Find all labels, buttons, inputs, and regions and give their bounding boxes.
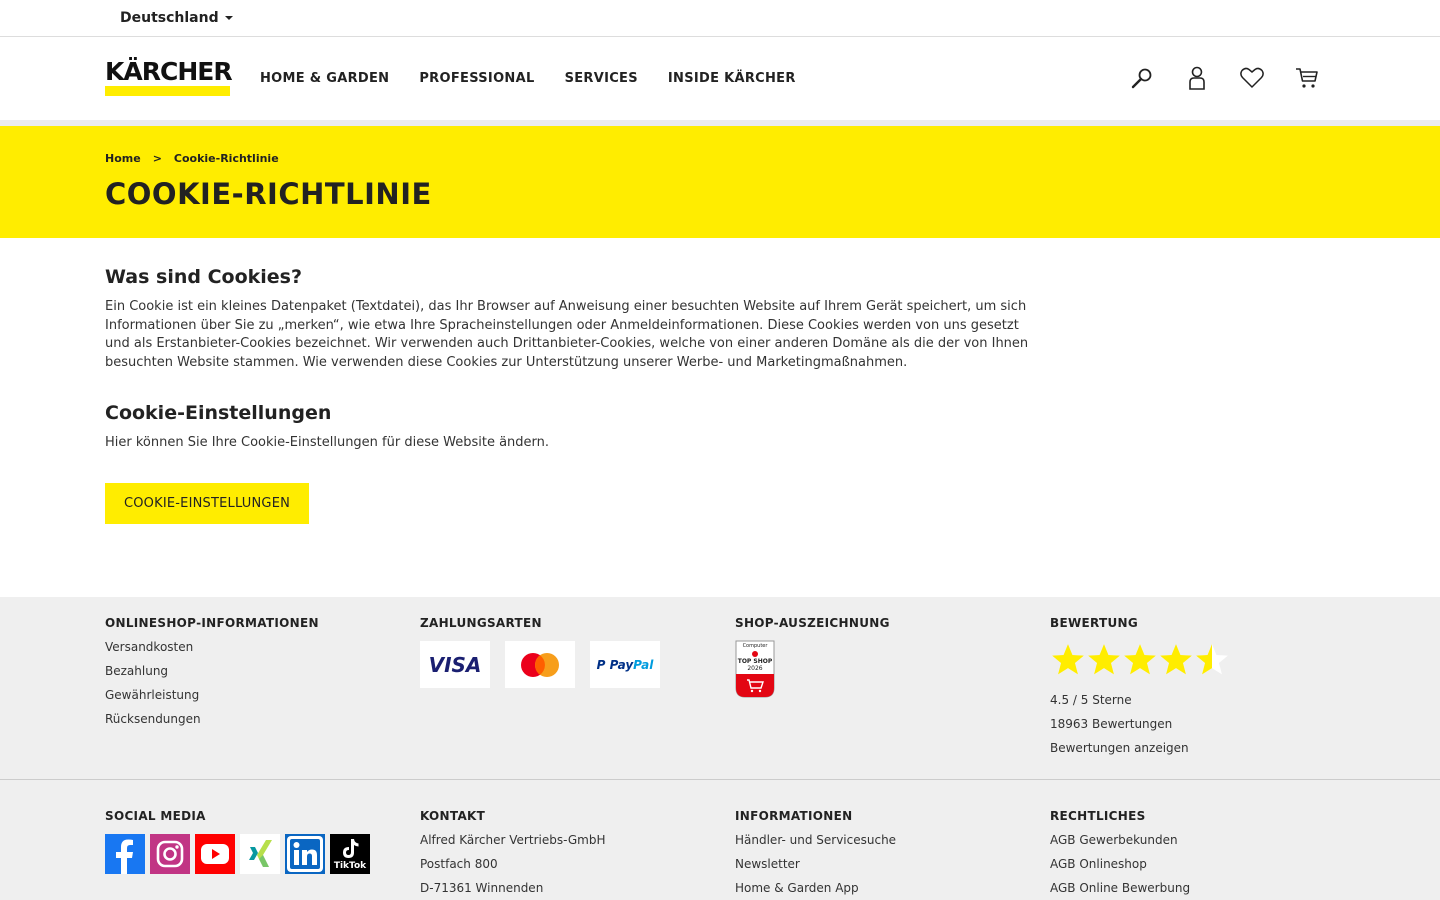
footer-heading-payment: ZAHLUNGSARTEN xyxy=(420,616,542,630)
footer-link-agb-shop[interactable]: AGB Onlineshop xyxy=(1050,857,1365,871)
karcher-logo[interactable]: KÄRCHER xyxy=(105,57,233,96)
star-icon xyxy=(1160,644,1192,675)
footer-heading-contact: KONTAKT xyxy=(420,809,486,823)
footer-shopinfo: ONLINESHOP-INFORMATIONEN Versandkosten B… xyxy=(105,616,420,779)
caret-down-icon xyxy=(224,16,233,20)
footer-link-agb-business[interactable]: AGB Gewerbekunden xyxy=(1050,833,1365,847)
rating-score: 4.5 / 5 Sterne xyxy=(1050,693,1132,707)
linkedin-icon[interactable] xyxy=(285,834,325,874)
star-icon xyxy=(1124,644,1156,675)
rating-link[interactable]: Bewertungen anzeigen xyxy=(1050,741,1365,755)
footer: ONLINESHOP-INFORMATIONEN Versandkosten B… xyxy=(0,597,1440,900)
badge-top-text: Computer xyxy=(743,643,769,649)
badge-line1: TOP SHOP xyxy=(738,658,773,665)
breadcrumb: Home > Cookie-Richtlinie xyxy=(105,152,1440,165)
social-icons: TikTok xyxy=(105,834,420,874)
section-heading-cookies: Was sind Cookies? xyxy=(105,266,303,288)
visa-text: VISA xyxy=(428,652,482,677)
country-label: Deutschland xyxy=(120,10,219,26)
search-icon[interactable] xyxy=(1127,63,1157,93)
footer-link-ruecksendungen[interactable]: Rücksendungen xyxy=(105,712,420,726)
tiktok-icon[interactable]: TikTok xyxy=(330,834,370,874)
footer-heading-legal: RECHTLICHES xyxy=(1050,809,1146,823)
nav-inside-karcher[interactable]: INSIDE KÄRCHER xyxy=(668,71,796,86)
footer-link-dealer-search[interactable]: Händler- und Servicesuche xyxy=(735,833,1050,847)
main-header: KÄRCHER HOME & GARDEN PROFESSIONAL SERVI… xyxy=(0,37,1440,120)
footer-heading-shopinfo: ONLINESHOP-INFORMATIONEN xyxy=(105,616,319,630)
payment-logos: VISA P PayPal xyxy=(420,641,735,688)
wishlist-icon[interactable] xyxy=(1237,63,1267,93)
footer-contact: KONTAKT Alfred Kärcher Vertriebs-GmbH Po… xyxy=(420,809,735,895)
visa-logo: VISA xyxy=(420,641,490,688)
paypal-pal: Pal xyxy=(633,657,654,672)
footer-link-versandkosten[interactable]: Versandkosten xyxy=(105,640,420,654)
tiktok-label: TikTok xyxy=(333,861,367,871)
rating-count: 18963 Bewertungen xyxy=(1050,717,1173,731)
section-text-cookies: Ein Cookie ist ein kleines Datenpaket (T… xyxy=(105,299,1029,370)
main-content: Was sind Cookies? Ein Cookie ist ein kle… xyxy=(0,238,1030,597)
footer-rating: BEWERTUNG 4.5 / 5 Sterne 18963 Bewertung… xyxy=(1050,616,1365,779)
facebook-icon[interactable] xyxy=(105,834,145,874)
account-icon[interactable] xyxy=(1182,63,1212,93)
footer-link-agb-application[interactable]: AGB Online Bewerbung xyxy=(1050,881,1365,895)
footer-payment: ZAHLUNGSARTEN VISA P PayPal xyxy=(420,616,735,779)
star-icon xyxy=(1088,644,1120,675)
footer-heading-award: SHOP-AUSZEICHNUNG xyxy=(735,616,890,630)
xing-icon[interactable] xyxy=(240,834,280,874)
footer-heading-social: SOCIAL MEDIA xyxy=(105,809,206,823)
cart-icon[interactable] xyxy=(1292,63,1322,93)
footer-heading-info: INFORMATIONEN xyxy=(735,809,853,823)
star-icon xyxy=(1052,644,1084,675)
badge-line2: 2026 xyxy=(747,665,762,672)
footer-heading-rating: BEWERTUNG xyxy=(1050,616,1139,630)
footer-social: SOCIAL MEDIA TikTok xyxy=(105,809,420,895)
logo-text: KÄRCHER xyxy=(105,57,233,86)
footer-info: INFORMATIONEN Händler- und Servicesuche … xyxy=(735,809,1050,895)
mastercard-logo xyxy=(505,641,575,688)
page-title: COOKIE-RICHTLINIE xyxy=(105,177,432,211)
main-nav: HOME & GARDEN PROFESSIONAL SERVICES INSI… xyxy=(260,71,826,86)
contact-city: D-71361 Winnenden xyxy=(420,881,544,895)
nav-services[interactable]: SERVICES xyxy=(565,71,638,86)
contact-postbox: Postfach 800 xyxy=(420,857,498,871)
contact-company: Alfred Kärcher Vertriebs-GmbH xyxy=(420,833,606,847)
youtube-icon[interactable] xyxy=(195,834,235,874)
footer-legal: RECHTLICHES AGB Gewerbekunden AGB Online… xyxy=(1050,809,1365,895)
footer-link-app[interactable]: Home & Garden App xyxy=(735,881,1050,895)
instagram-icon[interactable] xyxy=(150,834,190,874)
nav-professional[interactable]: PROFESSIONAL xyxy=(419,71,534,86)
paypal-logo: P PayPal xyxy=(590,641,660,688)
footer-row-bottom: SOCIAL MEDIA TikTok KONTAKT Alfred Kärch… xyxy=(0,780,1440,895)
country-selector[interactable]: Deutschland xyxy=(120,10,233,26)
breadcrumb-home[interactable]: Home xyxy=(105,152,141,165)
footer-link-bezahlung[interactable]: Bezahlung xyxy=(105,664,420,678)
top-shop-badge-icon[interactable]: Computer TOP SHOP 2026 xyxy=(735,640,775,698)
logo-yellow-bar xyxy=(105,86,230,96)
footer-link-gewaehrleistung[interactable]: Gewährleistung xyxy=(105,688,420,702)
footer-link-newsletter[interactable]: Newsletter xyxy=(735,857,1050,871)
cookie-settings-button[interactable]: COOKIE-EINSTELLUNGEN xyxy=(105,482,309,524)
paypal-pay: Pay xyxy=(609,657,634,672)
paypal-p: P xyxy=(596,657,606,672)
rating-stars xyxy=(1050,642,1365,676)
nav-home-garden[interactable]: HOME & GARDEN xyxy=(260,71,389,86)
footer-award: SHOP-AUSZEICHNUNG Computer TOP SHOP 2026 xyxy=(735,616,1050,779)
footer-row-top: ONLINESHOP-INFORMATIONEN Versandkosten B… xyxy=(0,597,1440,780)
title-banner: Home > Cookie-Richtlinie COOKIE-RICHTLIN… xyxy=(0,126,1440,238)
star-icon xyxy=(1196,644,1228,675)
top-bar: Deutschland xyxy=(0,0,1440,37)
section-heading-settings: Cookie-Einstellungen xyxy=(105,402,332,424)
header-icons xyxy=(1102,63,1322,93)
breadcrumb-separator: > xyxy=(152,152,162,165)
breadcrumb-current: Cookie-Richtlinie xyxy=(173,152,279,165)
section-text-settings: Hier können Sie Ihre Cookie-Einstellunge… xyxy=(105,435,550,450)
